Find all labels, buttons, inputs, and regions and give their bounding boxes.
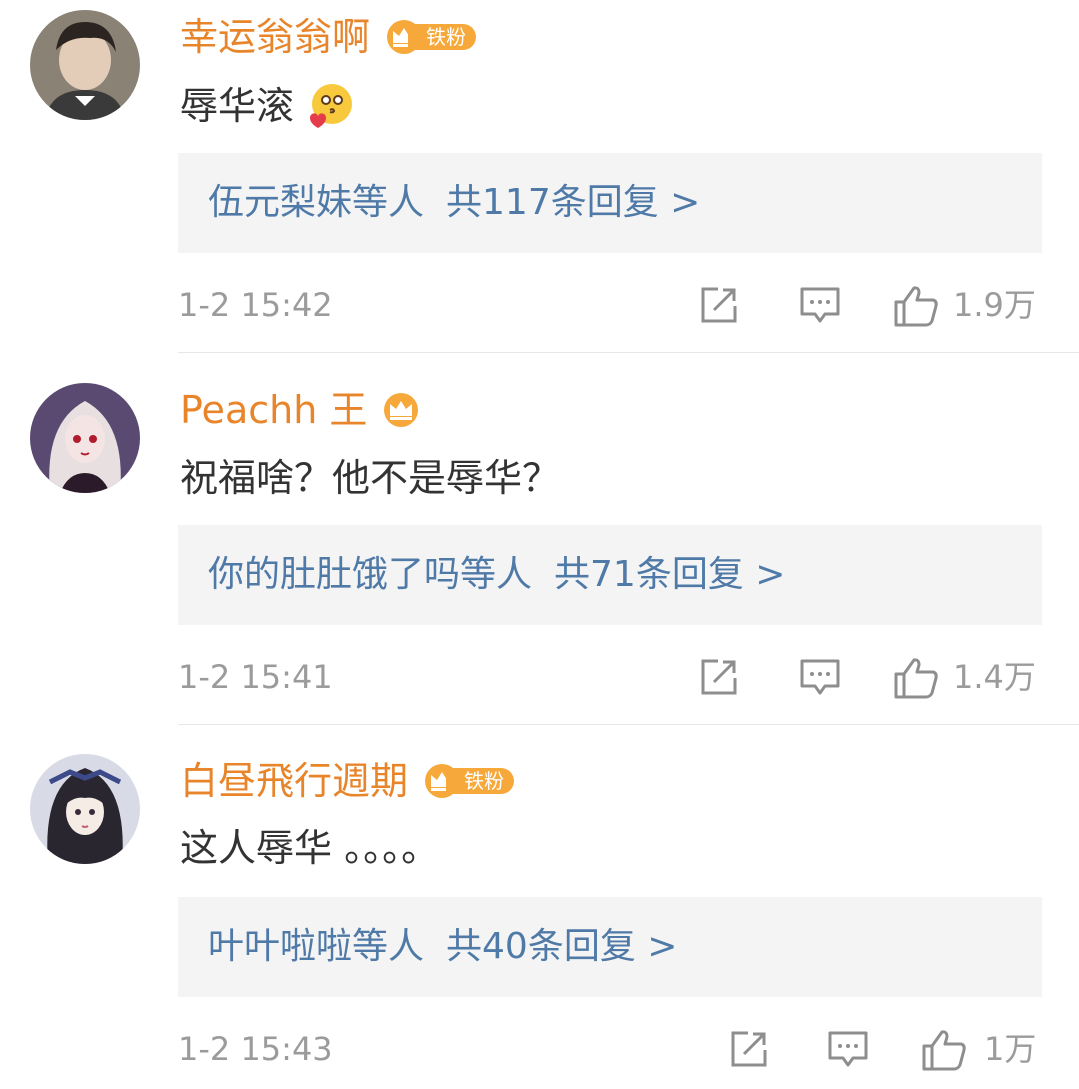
username[interactable]: 幸运翁翁啊 (180, 15, 370, 59)
crown-badge[interactable] (381, 392, 421, 428)
comment-button[interactable] (798, 656, 842, 698)
share-icon (701, 659, 737, 695)
like-button[interactable] (920, 1028, 968, 1072)
comment-text: 祝福啥？他不是辱华？ (180, 456, 561, 500)
comment-text-row: 祝福啥？他不是辱华？ (180, 454, 560, 502)
like-count: 1.9万 (953, 286, 1036, 324)
divider (178, 724, 1079, 725)
reply-count: 共117条回复 > (446, 182, 701, 223)
like-icon (894, 286, 938, 327)
replies-box[interactable]: 伍元梨妹等人 共117条回复 > (178, 153, 1042, 253)
comment-meta: 1-2 15:41 1.4万 (178, 652, 1042, 702)
fan-badge-label: 铁粉 (446, 768, 515, 794)
comment-text-row: 这人辱华 。。。。 (180, 824, 439, 872)
reply-users: 你的肚肚饿了吗等人 (208, 554, 533, 595)
avatar[interactable] (30, 10, 140, 120)
emoji-kiss-icon (310, 84, 353, 128)
replies-link[interactable]: 叶叶啦啦等人 共40条回复 > (208, 921, 677, 973)
share-button[interactable] (728, 1028, 770, 1070)
like-button[interactable] (892, 284, 940, 328)
comment-icon (800, 659, 840, 695)
comment-text-row: 辱华滚 (180, 80, 356, 132)
share-button[interactable] (698, 656, 740, 698)
replies-box[interactable]: 你的肚肚饿了吗等人 共71条回复 > (178, 525, 1042, 625)
like-button[interactable] (892, 656, 940, 700)
comment-button[interactable] (798, 284, 842, 326)
comment-icon (828, 1031, 868, 1067)
avatar[interactable] (30, 383, 140, 493)
replies-link[interactable]: 伍元梨妹等人 共117条回复 > (208, 177, 700, 229)
username-row: Peachh 王 (180, 388, 421, 432)
comment-button[interactable] (826, 1028, 870, 1070)
timestamp: 1-2 15:43 (178, 1030, 333, 1068)
avatar[interactable] (30, 754, 140, 864)
username[interactable]: 白昼飛行週期 (180, 759, 408, 803)
crown-badge-icon (384, 393, 419, 427)
timestamp: 1-2 15:42 (178, 286, 333, 324)
fan-badge-label: 铁粉 (408, 24, 477, 50)
share-button[interactable] (698, 284, 740, 326)
reply-users: 伍元梨妹等人 (208, 182, 425, 223)
username-row: 幸运翁翁啊 铁粉 (180, 15, 477, 59)
like-count: 1.4万 (953, 658, 1036, 696)
username-row: 白昼飛行週期 铁粉 (180, 759, 515, 803)
share-icon (701, 287, 737, 323)
share-icon (731, 1031, 767, 1067)
username[interactable]: Peachh 王 (180, 388, 367, 432)
like-count: 1万 (984, 1030, 1037, 1068)
reply-count: 共40条回复 > (446, 926, 678, 967)
like-icon (922, 1030, 966, 1071)
comment-icon (800, 287, 840, 323)
divider (178, 352, 1079, 353)
like-icon (894, 658, 938, 699)
fan-badge[interactable]: 铁粉 (384, 19, 477, 55)
replies-link[interactable]: 你的肚肚饿了吗等人 共71条回复 > (208, 549, 785, 601)
replies-box[interactable]: 叶叶啦啦等人 共40条回复 > (178, 897, 1042, 997)
reply-count: 共71条回复 > (554, 554, 786, 595)
comment-meta: 1-2 15:42 1.9万 (178, 280, 1042, 330)
fan-badge[interactable]: 铁粉 (422, 763, 515, 799)
comment-meta: 1-2 15:43 1万 (178, 1024, 1042, 1074)
reply-users: 叶叶啦啦等人 (208, 926, 425, 967)
comment-text: 这人辱华 。。。。 (180, 826, 440, 870)
timestamp: 1-2 15:41 (178, 658, 333, 696)
comment-text: 辱华滚 (180, 84, 295, 128)
